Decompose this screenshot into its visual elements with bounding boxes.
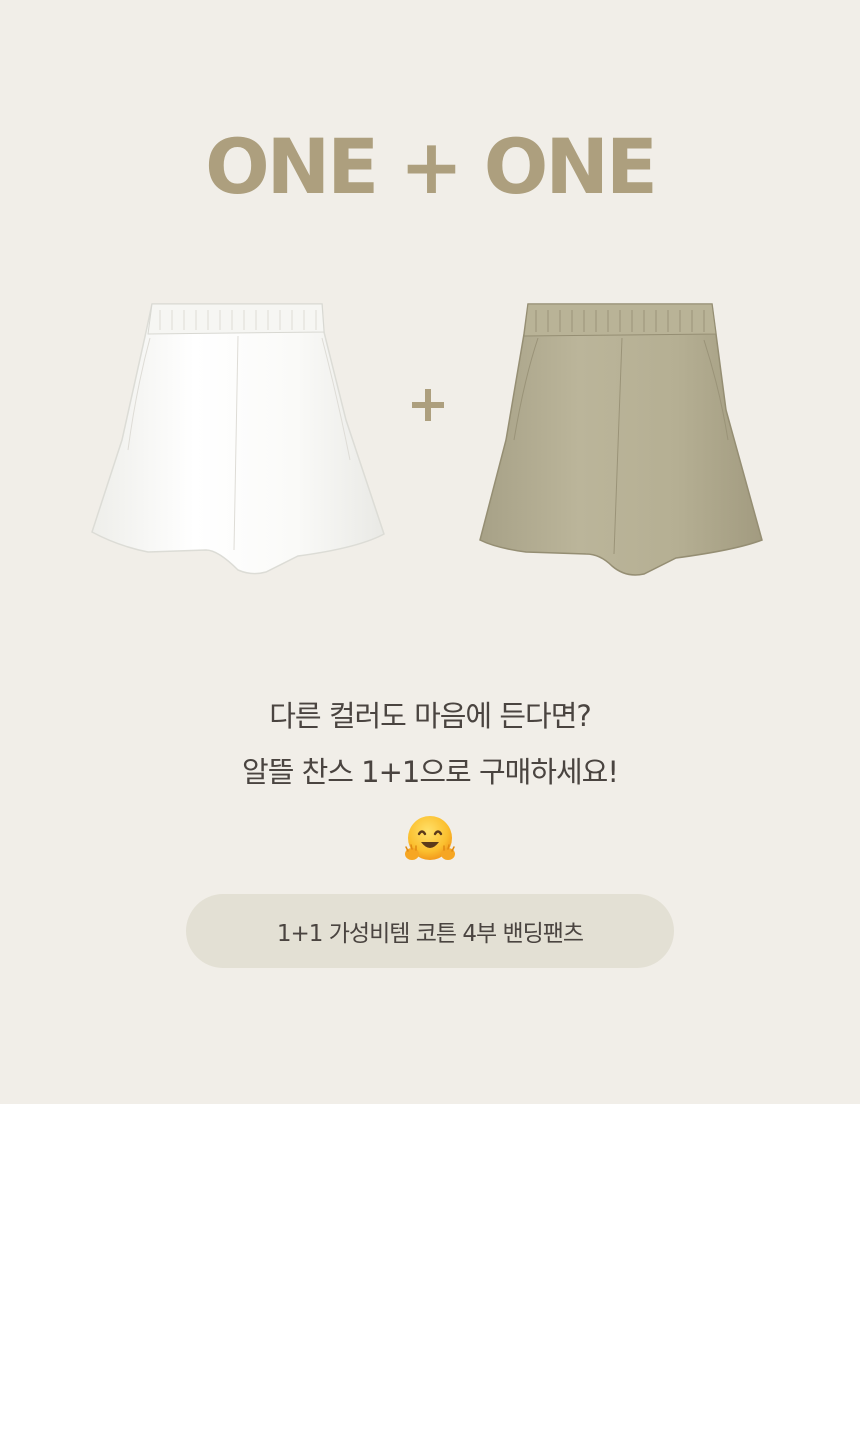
promo-copy-line-2: 알뜰 찬스 1+1으로 구매하세요! (242, 755, 619, 789)
product-name-pill: 1+1 가성비템 코튼 4부 밴딩팬츠 (186, 894, 674, 968)
white-shorts-image (88, 300, 388, 580)
promo-banner: ONE + ONE 다른 컬러도 마음에 든다면? 알뜰 찬스 1+1으로 구매… (0, 0, 860, 1104)
promo-copy-line-1: 다른 컬러도 마음에 든다면? (269, 699, 592, 733)
beige-shorts-image (476, 300, 766, 580)
plus-icon (412, 385, 448, 425)
pill-label: 1+1 가성비템 코튼 4부 밴딩팬츠 (276, 921, 584, 947)
headline: ONE + ONE (205, 122, 658, 211)
blank-area (0, 1104, 860, 1445)
hugging-face-emoji (404, 814, 456, 866)
